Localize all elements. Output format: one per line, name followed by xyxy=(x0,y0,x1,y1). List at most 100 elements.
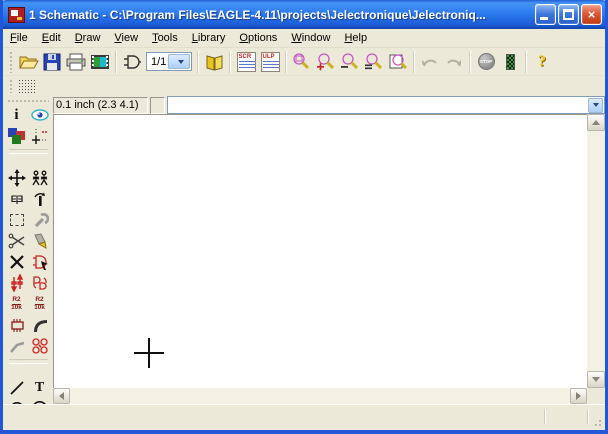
close-button[interactable]: × xyxy=(581,4,602,25)
mark-tool-button[interactable] xyxy=(30,126,50,146)
split-tool-button[interactable] xyxy=(7,336,27,356)
cam-processor-button[interactable] xyxy=(88,50,112,74)
go-button[interactable] xyxy=(498,50,522,74)
invoke-tool-button[interactable] xyxy=(30,336,50,356)
menu-library[interactable]: Library xyxy=(185,30,233,46)
script-icon: SCR xyxy=(237,52,256,72)
grid-button[interactable] xyxy=(16,77,38,95)
move-icon xyxy=(8,169,26,187)
gateswap-tool-button[interactable] xyxy=(30,273,50,293)
value-tool-button[interactable]: R2 10k xyxy=(30,294,50,314)
zoom-in-button[interactable] xyxy=(314,50,338,74)
board-button[interactable] xyxy=(120,50,144,74)
value-icon: R2 10k xyxy=(34,297,45,311)
sheet-selector[interactable]: 1/1 xyxy=(146,52,192,71)
command-input[interactable] xyxy=(168,98,587,112)
text-tool-button[interactable]: T xyxy=(30,378,50,398)
save-button[interactable] xyxy=(40,50,64,74)
run-script-button[interactable]: SCR xyxy=(234,50,258,74)
redo-button[interactable] xyxy=(442,50,466,74)
vertical-scrollbar[interactable] xyxy=(587,114,605,388)
arrow-right-icon xyxy=(576,392,581,400)
menu-window[interactable]: Window xyxy=(284,30,337,46)
zoom-out-button[interactable] xyxy=(338,50,362,74)
grid-icon xyxy=(18,79,36,93)
palette-grip[interactable] xyxy=(7,99,49,103)
text-icon: T xyxy=(35,380,44,396)
eagle-schematic-icon[interactable] xyxy=(8,7,25,23)
print-button[interactable] xyxy=(64,50,88,74)
menu-help[interactable]: Help xyxy=(337,30,374,46)
zoom-redraw-button[interactable] xyxy=(386,50,410,74)
delete-tool-button[interactable] xyxy=(7,252,27,272)
menu-draw[interactable]: Draw xyxy=(68,30,108,46)
zoom-select-icon xyxy=(364,52,384,72)
menu-tools[interactable]: Tools xyxy=(145,30,185,46)
toolbar-separator xyxy=(469,51,471,73)
board-gate-icon xyxy=(122,53,142,71)
scroll-right-button[interactable] xyxy=(570,388,587,404)
run-ulp-button[interactable]: ULP xyxy=(258,50,282,74)
minimize-button[interactable] xyxy=(535,4,556,25)
go-traffic-icon xyxy=(506,54,515,70)
menu-edit[interactable]: Edit xyxy=(35,30,68,46)
menu-file[interactable]: File xyxy=(3,30,35,46)
group-tool-button[interactable] xyxy=(7,210,27,230)
stop-icon: STOP xyxy=(478,53,495,70)
pinswap-icon xyxy=(8,274,26,292)
command-line-combobox[interactable] xyxy=(167,96,605,114)
title-bar[interactable]: 1 Schematic - C:\Program Files\EAGLE-4.1… xyxy=(0,0,608,29)
toolbar-separator xyxy=(115,51,117,73)
smash-icon xyxy=(8,317,26,333)
zoom-fit-button[interactable] xyxy=(290,50,314,74)
toolbar-separator xyxy=(525,51,527,73)
zoom-select-button[interactable] xyxy=(362,50,386,74)
name-tool-button[interactable]: R2 10k xyxy=(7,294,27,314)
info-icon: i xyxy=(14,107,18,124)
scroll-left-button[interactable] xyxy=(53,388,70,404)
pinswap-tool-button[interactable] xyxy=(7,273,27,293)
use-library-button[interactable] xyxy=(202,50,226,74)
maximize-button[interactable] xyxy=(558,4,579,25)
change-tool-button[interactable] xyxy=(30,210,50,230)
menu-bar: File Edit Draw View Tools Library Option… xyxy=(3,29,605,48)
info-tool-button[interactable]: i xyxy=(7,105,27,125)
move-tool-button[interactable] xyxy=(7,168,27,188)
copy-tool-button[interactable] xyxy=(30,168,50,188)
zoom-fit-icon xyxy=(292,52,312,72)
toolbar-grip[interactable] xyxy=(9,79,13,93)
paste-tool-button[interactable] xyxy=(30,231,50,251)
show-tool-button[interactable] xyxy=(30,105,50,125)
horizontal-scrollbar[interactable] xyxy=(53,388,587,404)
display-tool-button[interactable] xyxy=(7,126,27,146)
zoom-out-icon xyxy=(340,52,360,72)
help-button[interactable]: ? xyxy=(530,50,554,74)
sheet-dropdown-arrow-icon[interactable] xyxy=(168,54,190,69)
crosshair-cursor xyxy=(148,338,150,368)
scroll-up-button[interactable] xyxy=(587,114,605,131)
undo-button[interactable] xyxy=(418,50,442,74)
arrow-up-icon xyxy=(592,120,600,125)
resize-grip[interactable] xyxy=(590,415,603,428)
command-dropdown-arrow-icon[interactable] xyxy=(588,98,603,113)
add-tool-button[interactable] xyxy=(30,252,50,272)
zoom-redraw-icon xyxy=(388,52,408,72)
miter-tool-button[interactable] xyxy=(30,315,50,335)
printer-icon xyxy=(66,53,86,71)
toolbar-grip[interactable] xyxy=(9,51,13,73)
stop-button[interactable]: STOP xyxy=(474,50,498,74)
wire-tool-button[interactable] xyxy=(7,378,27,398)
paste-glue-icon xyxy=(31,232,49,250)
open-button[interactable] xyxy=(16,50,40,74)
coordinate-display: 0.1 inch (2.3 4.1) xyxy=(53,97,148,114)
mirror-tool-button[interactable]: E|Ǝ xyxy=(7,189,27,209)
menu-view[interactable]: View xyxy=(107,30,145,46)
add-part-icon xyxy=(31,253,49,271)
rotate-tool-button[interactable] xyxy=(30,189,50,209)
scroll-down-button[interactable] xyxy=(587,371,605,388)
cut-tool-button[interactable] xyxy=(7,231,27,251)
redo-icon xyxy=(444,54,464,70)
smash-tool-button[interactable] xyxy=(7,315,27,335)
schematic-canvas[interactable] xyxy=(53,114,587,388)
menu-options[interactable]: Options xyxy=(232,30,284,46)
